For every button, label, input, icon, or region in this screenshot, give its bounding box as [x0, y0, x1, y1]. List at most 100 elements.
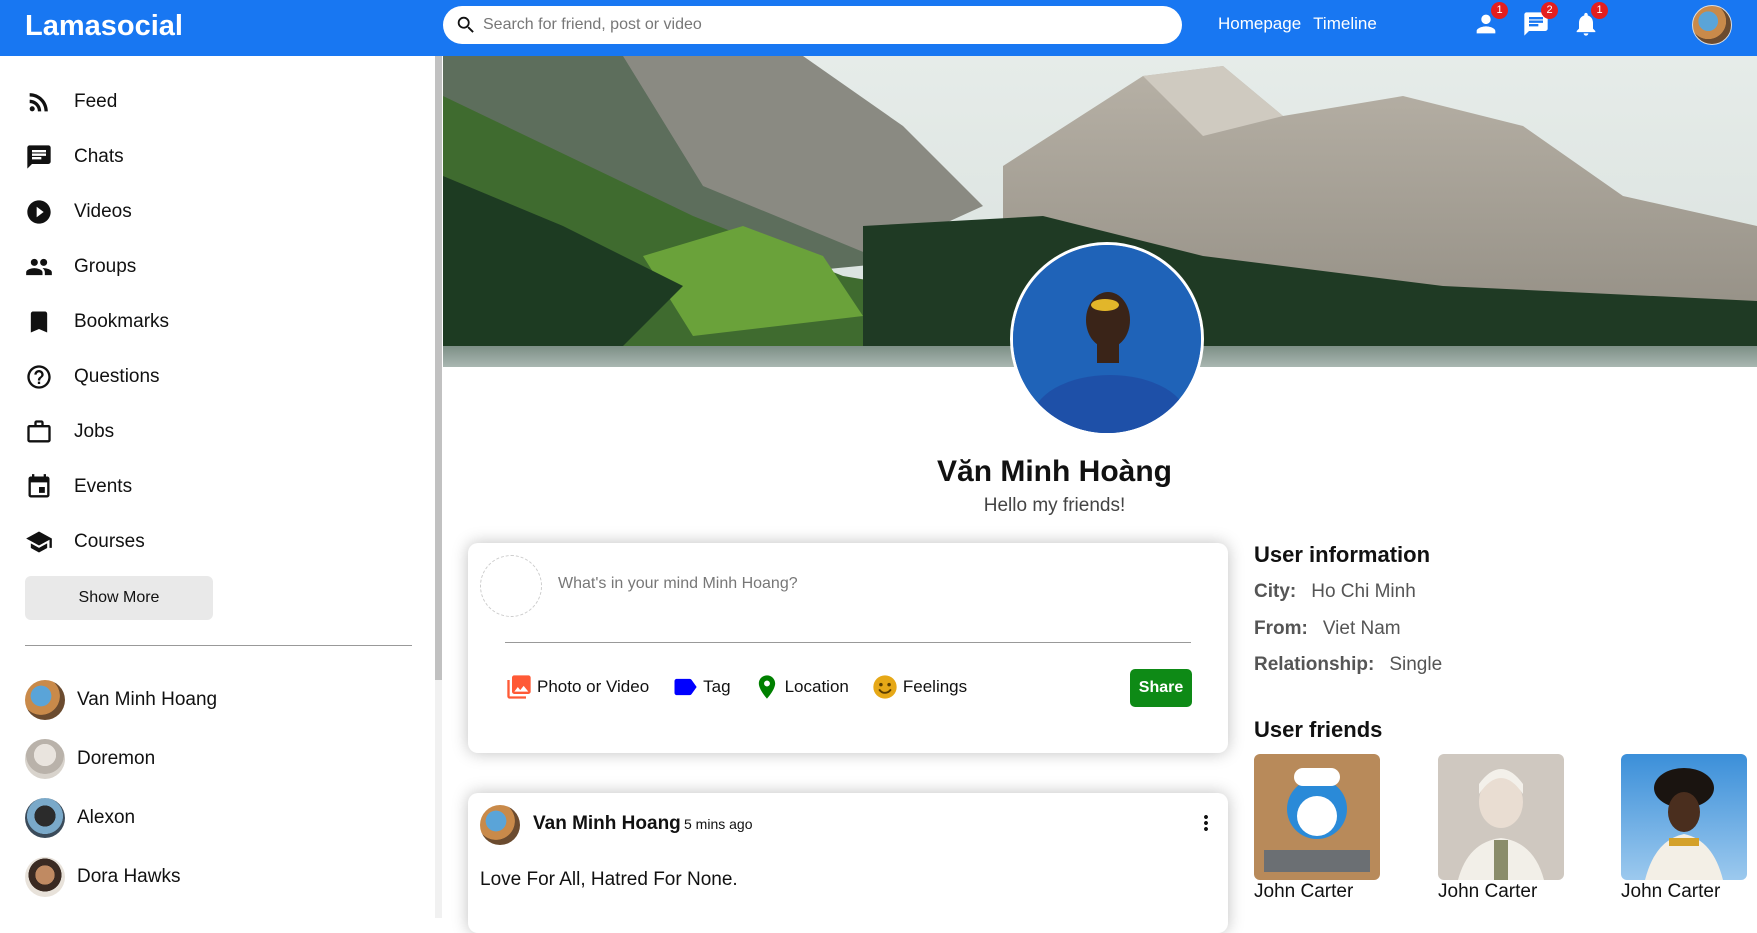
- sidebar-scrollbar-thumb[interactable]: [435, 56, 442, 680]
- sidebar-item-groups[interactable]: Groups: [25, 239, 169, 294]
- friend-avatar: [25, 679, 65, 720]
- play-circle-icon: [27, 199, 51, 224]
- share-avatar: [480, 555, 542, 617]
- user-info-city: City: Ho Chi Minh: [1254, 581, 1416, 603]
- share-option-label: Location: [784, 677, 849, 696]
- bookmark-icon: [30, 311, 48, 332]
- user-friend-photo: [1254, 754, 1380, 880]
- rss-feed-icon: [29, 92, 48, 111]
- sidebar-item-label: Questions: [74, 365, 160, 387]
- profile-description: Hello my friends!: [983, 495, 1126, 516]
- share-option-tag[interactable]: Tag: [671, 673, 731, 701]
- logo[interactable]: Lamasocial: [25, 10, 183, 43]
- post-card: Van Minh Hoang 5 mins ago Love For All, …: [468, 793, 1228, 933]
- info-key: City:: [1254, 581, 1297, 602]
- friend-list-item[interactable]: Doremon: [25, 729, 217, 788]
- more-vert-icon[interactable]: [1194, 809, 1218, 837]
- group-icon: [26, 258, 52, 275]
- user-friend-name: John Carter: [1621, 881, 1721, 902]
- share-option-location[interactable]: Location: [753, 673, 849, 701]
- sidebar-item-label: Events: [74, 475, 133, 497]
- post-author-name[interactable]: Van Minh Hoang: [533, 813, 681, 835]
- search-input[interactable]: [483, 16, 1163, 34]
- sidebar-item-feed[interactable]: Feed: [25, 74, 169, 129]
- friend-list-item[interactable]: Van Minh Hoang: [25, 670, 217, 729]
- event-icon: [28, 473, 50, 497]
- user-friend-name: John Carter: [1254, 881, 1354, 902]
- info-key: From:: [1254, 618, 1308, 639]
- search-icon: [457, 16, 474, 33]
- info-value: Ho Chi Minh: [1311, 581, 1416, 602]
- share-option-feelings[interactable]: Feelings: [871, 673, 967, 701]
- sidebar-item-courses[interactable]: Courses: [25, 514, 169, 569]
- photo-library-icon: [507, 675, 531, 699]
- post-author-avatar[interactable]: [480, 805, 520, 845]
- top-bar: Lamasocial Homepage Timeline 1 2 1: [0, 0, 1757, 56]
- user-friend-card[interactable]: John Carter: [1438, 754, 1564, 903]
- user-avatar[interactable]: [1692, 5, 1732, 45]
- post-text: Love For All, Hatred For None.: [480, 869, 738, 890]
- work-outline-icon: [27, 419, 51, 442]
- share-option-photo[interactable]: Photo or Video: [505, 673, 649, 701]
- share-button[interactable]: Share: [1130, 669, 1192, 707]
- sidebar-item-bookmarks[interactable]: Bookmarks: [25, 294, 169, 349]
- sidebar-item-questions[interactable]: Questions: [25, 349, 169, 404]
- sidebar-item-label: Feed: [74, 90, 118, 112]
- user-friend-photo: [1621, 754, 1747, 880]
- sidebar-item-label: Courses: [74, 530, 145, 552]
- friend-name: Van Minh Hoang: [77, 688, 218, 710]
- sidebar-item-label: Groups: [74, 255, 137, 277]
- info-key: Relationship:: [1254, 654, 1375, 675]
- notifications-button[interactable]: 1: [1572, 2, 1608, 38]
- info-value: Viet Nam: [1322, 618, 1401, 639]
- friend-list-item[interactable]: Alexon: [25, 788, 217, 847]
- friend-name: Doremon: [77, 747, 156, 769]
- nav-link-timeline[interactable]: Timeline: [1313, 14, 1377, 34]
- friend-avatar: [25, 797, 65, 838]
- sidebar-item-events[interactable]: Events: [25, 459, 169, 514]
- sidebar-item-jobs[interactable]: Jobs: [25, 404, 169, 459]
- user-friend-photo: [1438, 754, 1564, 880]
- sidebar-item-label: Bookmarks: [74, 310, 170, 332]
- emoji-icon: [873, 675, 897, 699]
- sidebar: Feed Chats Videos Groups Bookmarks Quest…: [0, 56, 438, 918]
- profile-name: Văn Minh Hoàng: [937, 455, 1172, 488]
- user-info-title: User information: [1254, 542, 1431, 567]
- chat-icon: [27, 144, 51, 169]
- messages-button[interactable]: 2: [1522, 2, 1558, 38]
- friend-requests-button[interactable]: 1: [1472, 2, 1508, 38]
- show-more-button[interactable]: Show More: [25, 576, 213, 620]
- friend-name: Dora Hawks: [77, 865, 181, 887]
- share-input[interactable]: [558, 575, 1158, 593]
- help-outline-icon: [27, 364, 51, 389]
- friend-name: Alexon: [77, 806, 136, 828]
- messages-badge: 2: [1541, 2, 1558, 19]
- user-friend-name: John Carter: [1438, 881, 1538, 902]
- share-option-label: Feelings: [902, 677, 968, 696]
- profile-avatar[interactable]: [1010, 242, 1204, 436]
- search-bar[interactable]: [443, 6, 1182, 44]
- friend-requests-badge: 1: [1491, 2, 1508, 19]
- share-option-label: Tag: [703, 677, 731, 696]
- sidebar-item-chats[interactable]: Chats: [25, 129, 169, 184]
- post-timestamp: 5 mins ago: [684, 816, 753, 832]
- user-friends-title: User friends: [1254, 717, 1383, 742]
- user-info-from: From: Viet Nam: [1254, 618, 1401, 640]
- friend-list-item[interactable]: Dora Hawks: [25, 847, 217, 906]
- user-friend-card[interactable]: John Carter: [1621, 754, 1747, 903]
- sidebar-divider: [25, 645, 412, 646]
- friend-avatar: [25, 856, 65, 897]
- school-icon: [26, 531, 52, 552]
- user-friend-card[interactable]: John Carter: [1254, 754, 1380, 903]
- share-divider: [505, 642, 1191, 643]
- friend-avatar: [25, 738, 65, 779]
- location-pin-icon: [758, 675, 775, 699]
- nav-link-homepage[interactable]: Homepage: [1218, 14, 1301, 34]
- notifications-badge: 1: [1591, 2, 1608, 19]
- share-box: Photo or Video Tag Location Feelings Sha…: [468, 543, 1228, 753]
- user-info-relationship: Relationship: Single: [1254, 654, 1442, 676]
- sidebar-item-label: Chats: [74, 145, 124, 167]
- info-value: Single: [1389, 654, 1443, 675]
- sidebar-item-label: Jobs: [74, 420, 115, 442]
- sidebar-item-videos[interactable]: Videos: [25, 184, 169, 239]
